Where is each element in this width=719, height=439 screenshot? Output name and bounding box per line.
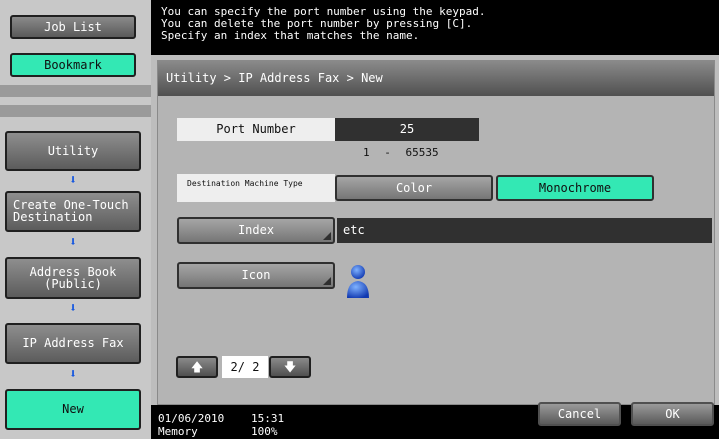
icon-button[interactable]: Icon (177, 262, 335, 289)
index-button-label: Index (237, 223, 275, 237)
left-divider (0, 105, 151, 117)
down-arrow-icon: ⬇ (69, 301, 77, 316)
icon-button-label: Icon (241, 268, 271, 282)
down-arrow-icon: ⬇ (69, 367, 77, 382)
main-area: You can specify the port number using th… (151, 0, 719, 439)
destination-machine-type-label: Destination Machine Type (177, 174, 335, 202)
cancel-button[interactable]: Cancel (538, 402, 621, 426)
down-arrow-icon: ⬇ (69, 173, 77, 188)
port-number-label: Port Number (177, 118, 335, 141)
index-button[interactable]: Index (177, 217, 335, 244)
step-new-button[interactable]: New (5, 389, 141, 430)
breadcrumb: Utility > IP Address Fax > New (158, 61, 714, 96)
port-range-separator: - (384, 146, 391, 159)
step-ip-address-fax-button[interactable]: IP Address Fax (5, 323, 141, 364)
step-address-book-button[interactable]: Address Book (Public) (5, 257, 141, 299)
index-field[interactable]: etc (337, 218, 712, 243)
page-up-button[interactable]: 🡅 (176, 356, 218, 378)
status-date: 01/06/2010 (158, 412, 225, 425)
person-icon (345, 264, 371, 300)
page-indicator: 2/ 2 (222, 356, 268, 378)
left-divider (0, 85, 151, 97)
port-range-min: 1 (363, 146, 370, 159)
port-range-max: 65535 (405, 146, 439, 159)
status-memory-value: 100% (251, 425, 278, 438)
page-down-button[interactable]: 🡇 (269, 356, 311, 378)
step-utility-button[interactable]: Utility (5, 131, 141, 171)
corner-indicator-icon (323, 277, 331, 285)
status-memory-label: Memory (158, 425, 198, 438)
left-panel: Job List Bookmark Utility ⬇ Create One-T… (0, 0, 151, 439)
job-list-button[interactable]: Job List (10, 15, 136, 39)
port-range: 1 - 65535 (363, 146, 463, 160)
color-option-button[interactable]: Color (335, 175, 493, 201)
down-arrow-icon: ⬇ (69, 235, 77, 250)
content-frame: Utility > IP Address Fax > New Port Numb… (157, 60, 715, 405)
instruction-message: You can specify the port number using th… (151, 0, 719, 55)
step-create-one-touch-button[interactable]: Create One-Touch Destination (5, 191, 141, 232)
bookmark-button[interactable]: Bookmark (10, 53, 136, 77)
monochrome-option-button[interactable]: Monochrome (496, 175, 654, 201)
screen: Job List Bookmark Utility ⬇ Create One-T… (0, 0, 719, 439)
port-number-field[interactable]: 25 (335, 118, 479, 141)
status-time: 15:31 (251, 412, 285, 425)
corner-indicator-icon (323, 232, 331, 240)
ok-button[interactable]: OK (631, 402, 714, 426)
